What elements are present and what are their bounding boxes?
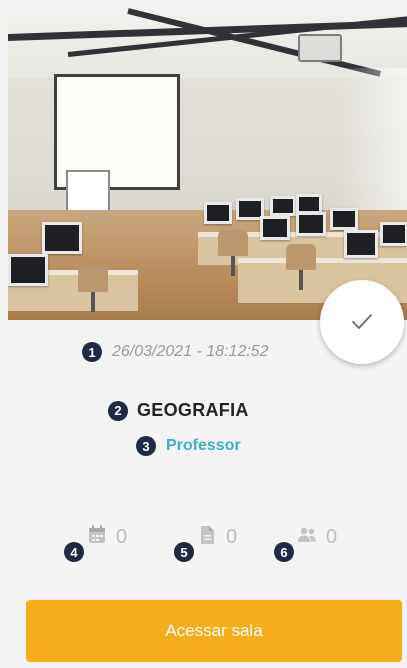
photo-chair	[78, 266, 108, 312]
people-icon	[298, 527, 316, 542]
subject-title: GEOGRAFIA	[137, 400, 249, 420]
photo-monitor	[270, 196, 296, 216]
stat-calendar: 0 4	[64, 524, 144, 570]
classroom-photo	[8, 8, 407, 320]
annotation-marker: 2	[108, 400, 128, 421]
user-role: Professor	[166, 437, 241, 454]
annotation-marker: 3	[136, 436, 156, 456]
photo-monitor	[344, 230, 378, 258]
photo-monitor	[330, 208, 358, 230]
stat-count: 0	[116, 526, 128, 548]
photo-projector	[298, 34, 342, 62]
stat-documents: 0 5	[174, 524, 254, 570]
date-row: 1 26/03/2021 - 18:12:52	[82, 342, 269, 362]
access-room-button[interactable]: Acessar sala	[26, 600, 402, 662]
photo-monitor	[204, 202, 232, 224]
photo-monitor	[296, 194, 322, 214]
photo-monitor	[380, 222, 407, 246]
stat-count: 0	[326, 526, 338, 548]
annotation-marker: 5	[174, 542, 194, 562]
annotation-marker: 6	[274, 542, 294, 562]
photo-monitor	[42, 222, 82, 254]
subject-row: 2 GEOGRAFIA	[108, 400, 249, 421]
stat-participants: 0 6	[274, 524, 354, 570]
class-datetime: 26/03/2021 - 18:12:52	[112, 343, 269, 360]
class-card: 1 26/03/2021 - 18:12:52 2 GEOGRAFIA 3 Pr…	[0, 0, 407, 668]
photo-monitor	[8, 254, 48, 286]
annotation-marker: 4	[64, 542, 84, 562]
complete-check-button[interactable]	[320, 280, 404, 364]
calendar-icon	[89, 525, 105, 543]
stat-count: 0	[226, 526, 238, 548]
role-row: 3 Professor	[136, 436, 241, 456]
photo-monitor	[260, 216, 290, 240]
photo-chair	[218, 230, 248, 276]
annotation-marker: 1	[82, 342, 102, 362]
photo-monitor	[296, 212, 326, 236]
photo-chair	[286, 244, 316, 290]
checkmark-icon	[352, 314, 372, 329]
document-icon	[201, 526, 214, 544]
